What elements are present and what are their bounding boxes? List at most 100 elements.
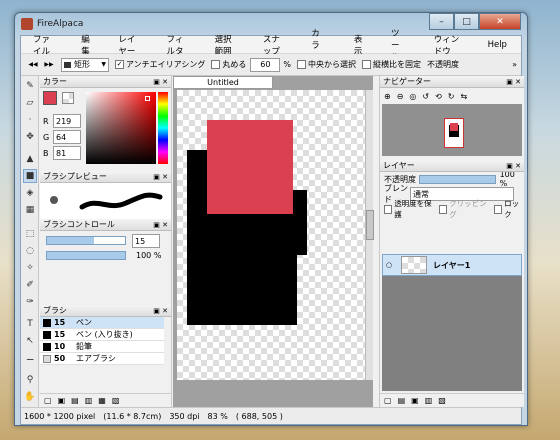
bucket-tool-icon[interactable]: ◈ [23, 186, 37, 200]
rotate-left-icon[interactable]: ↺ [422, 92, 429, 101]
move-tool-icon[interactable]: ✥ [23, 130, 37, 144]
minimize-button[interactable]: – [429, 13, 454, 30]
panel-float-icon[interactable]: ▣ ✕ [153, 76, 168, 88]
list-item[interactable]: 50 エアブラシ [40, 353, 164, 365]
hand-tool-icon[interactable]: ✋ [23, 390, 37, 404]
close-button[interactable]: ✕ [479, 13, 521, 30]
navigator-thumb [444, 118, 464, 148]
menu-select[interactable]: 選択範囲 [215, 33, 237, 57]
merge-layer-icon[interactable]: ▥ [425, 396, 433, 405]
list-item[interactable]: 15 ペン (入り抜き) [40, 329, 164, 341]
status-coordinates: ( 688, 505 ) [235, 411, 283, 421]
menu-window[interactable]: ウィンドウ [434, 33, 462, 57]
layer-row[interactable]: ○ レイヤー1 [382, 254, 522, 276]
zoom-out-icon[interactable]: ⊖ [397, 92, 404, 101]
divide-tool-icon[interactable]: ⚊ [23, 351, 37, 365]
hue-slider[interactable] [158, 92, 168, 164]
status-zoom: 83 % [207, 411, 228, 421]
copy-layer-icon[interactable]: ▣ [411, 396, 419, 405]
menu-edit[interactable]: 編集 [81, 33, 92, 57]
sv-color-picker[interactable] [86, 92, 156, 164]
new-layer-icon[interactable]: ▢ [384, 396, 392, 405]
rotate-reset-icon[interactable]: ⟲ [435, 92, 442, 101]
pen-tool-icon[interactable]: ✎ [23, 79, 37, 93]
clipping-checkbox[interactable] [438, 204, 448, 214]
b-row: B 81 [43, 146, 81, 160]
list-item[interactable]: 10 鉛筆 [40, 341, 164, 353]
shape-select[interactable]: 矩形 ▼ [61, 57, 109, 72]
app-window: FireAlpaca – □ ✕ ファイル 編集 レイヤー フィルタ 選択範囲 … [14, 12, 528, 426]
eyedropper-tool-icon[interactable]: ⚲ [23, 373, 37, 387]
export-brush-icon[interactable]: ▥ [85, 396, 93, 405]
next-button[interactable]: ▶▶ [41, 57, 57, 73]
center-select-checkbox[interactable] [296, 60, 306, 69]
settings-brush-icon[interactable]: ▦ [98, 396, 106, 405]
menu-layer[interactable]: レイヤー [118, 33, 140, 57]
zoom-in-icon[interactable]: ⊕ [384, 92, 391, 101]
new-folder-icon[interactable]: ▤ [398, 396, 406, 405]
layer-opacity-slider[interactable] [418, 174, 496, 184]
toolbar-overflow-button[interactable]: » [512, 60, 517, 69]
panel-float-icon[interactable]: ▣ ✕ [506, 76, 521, 88]
scrollbar-thumb[interactable] [366, 210, 374, 240]
menu-snap[interactable]: スナップ [263, 33, 285, 57]
flip-icon[interactable]: ⇆ [461, 92, 468, 101]
brush-size-slider[interactable] [46, 236, 126, 245]
text-tool-icon[interactable]: T [23, 317, 37, 331]
magic-wand-tool-icon[interactable]: ✧ [23, 261, 37, 275]
rect-select-tool-icon[interactable]: ■ [23, 169, 37, 183]
canvas-tab[interactable]: Untitled [173, 76, 273, 89]
keep-ratio-checkbox[interactable] [361, 60, 371, 69]
zoom-reset-icon[interactable]: ◎ [409, 92, 416, 101]
brush-size-input[interactable]: 15 [132, 234, 160, 248]
brush-control-title: ブラシコントロール ▣ ✕ [40, 219, 171, 231]
r-input[interactable]: 219 [53, 114, 81, 128]
panel-float-icon[interactable]: ▣ ✕ [153, 171, 168, 183]
shape-select-value: 矩形 [74, 60, 90, 69]
panel-float-icon[interactable]: ▣ ✕ [153, 219, 168, 231]
operation-tool-icon[interactable]: ↖ [23, 334, 37, 348]
drawing-canvas[interactable] [177, 90, 365, 380]
menu-file[interactable]: ファイル [33, 33, 55, 57]
eraser-tool-icon[interactable]: ▱ [23, 96, 37, 110]
select-pen-tool-icon[interactable]: ✐ [23, 278, 37, 292]
foreground-color-swatch[interactable] [43, 91, 57, 105]
eye-icon[interactable]: ○ [383, 261, 395, 269]
antialias-label: アンチエイリアシング [126, 60, 206, 69]
protect-alpha-checkbox[interactable] [384, 204, 393, 214]
delete-brush-icon[interactable]: ▧ [112, 396, 120, 405]
prev-button[interactable]: ◀◀ [25, 57, 41, 73]
brush-opacity-slider[interactable] [46, 251, 126, 260]
brush-preview-title: ブラシプレビュー ▣ ✕ [40, 171, 171, 183]
fill-tool-icon[interactable]: ▲ [23, 152, 37, 166]
round-value-input[interactable]: 60 [250, 57, 281, 72]
b-input[interactable]: 81 [53, 146, 81, 160]
antialias-checkbox[interactable]: ✓ [115, 60, 124, 69]
lasso-tool-icon[interactable]: ◌ [23, 244, 37, 258]
g-input[interactable]: 64 [53, 130, 81, 144]
menu-help[interactable]: Help [488, 40, 507, 50]
dot-tool-icon[interactable]: · [23, 113, 37, 127]
menu-view[interactable]: 表示 [354, 33, 365, 57]
lock-checkbox[interactable] [493, 204, 503, 214]
navigator-preview[interactable] [382, 104, 522, 156]
panel-float-icon[interactable]: ▣ ✕ [153, 305, 168, 317]
maximize-button[interactable]: □ [454, 13, 479, 30]
sv-picker-handle[interactable] [145, 96, 150, 101]
select-tool-icon[interactable]: ⬚ [23, 227, 37, 241]
background-color-swatch[interactable] [62, 92, 74, 104]
gradient-tool-icon[interactable]: ▦ [23, 203, 37, 217]
new-brush-icon[interactable]: ▢ [44, 396, 52, 405]
layer-name: レイヤー1 [433, 260, 471, 270]
canvas-scrollbar[interactable] [365, 90, 374, 380]
menu-filter[interactable]: フィルタ [167, 33, 189, 57]
select-eraser-tool-icon[interactable]: ✑ [23, 295, 37, 309]
import-brush-icon[interactable]: ▤ [71, 396, 79, 405]
copy-brush-icon[interactable]: ▣ [58, 396, 66, 405]
panel-float-icon[interactable]: ▣ ✕ [506, 160, 521, 172]
delete-layer-icon[interactable]: ▧ [438, 396, 446, 405]
round-checkbox[interactable] [211, 60, 221, 69]
r-label: R [43, 116, 49, 126]
list-item[interactable]: 15 ペン [40, 317, 164, 329]
rotate-right-icon[interactable]: ↻ [448, 92, 455, 101]
